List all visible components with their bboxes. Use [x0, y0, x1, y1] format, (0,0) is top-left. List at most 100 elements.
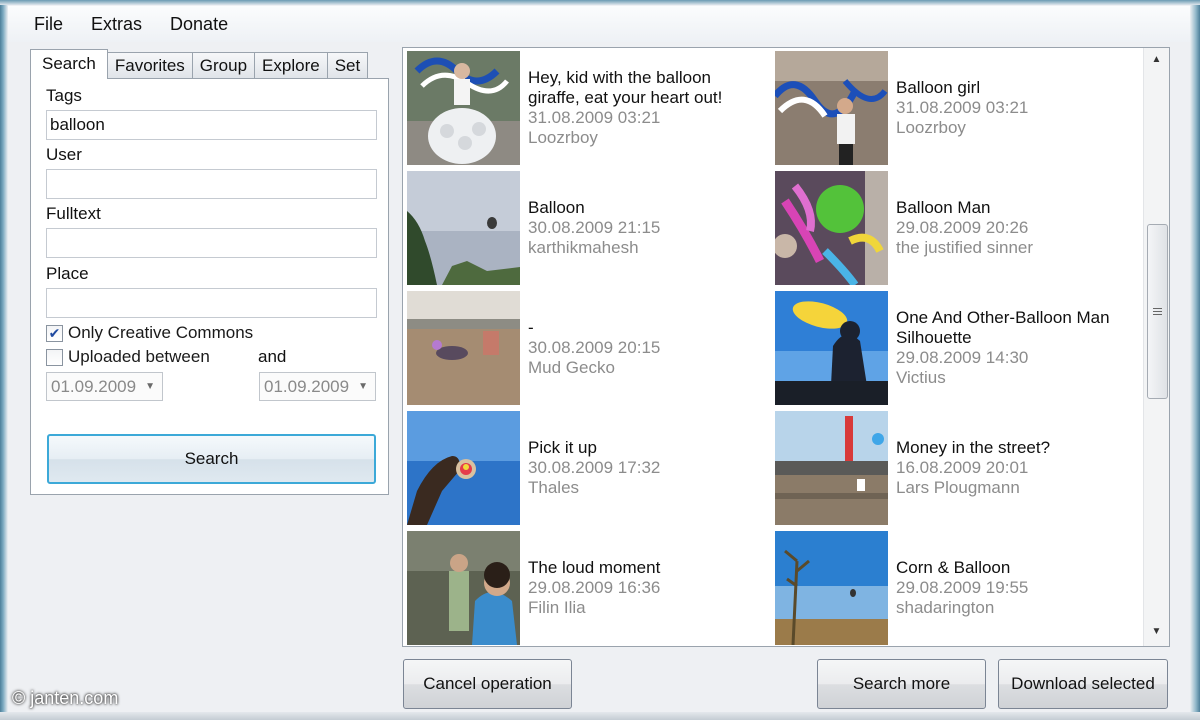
photo-thumbnail: [407, 291, 520, 405]
photo-thumbnail: [775, 531, 888, 645]
results-scrollbar[interactable]: ▲ ▼: [1143, 48, 1169, 646]
search-button[interactable]: Search: [47, 434, 376, 484]
date-to-select[interactable]: 01.09.2009 ▼: [259, 372, 376, 401]
uploaded-between-label: Uploaded between: [68, 347, 210, 366]
result-thumbnail[interactable]: [775, 51, 888, 165]
photo-thumbnail: [407, 531, 520, 645]
menu-bar: File Extras Donate: [8, 6, 1190, 42]
result-date: 29.08.2009 20:26: [896, 218, 1029, 237]
tags-input[interactable]: [46, 110, 377, 140]
result-date: 29.08.2009 19:55: [896, 578, 1029, 597]
result-item[interactable]: Balloon girl 31.08.2009 03:21 Loozrboy: [775, 51, 1135, 165]
result-title: Hey, kid with the balloon giraffe, eat y…: [528, 68, 723, 107]
result-user: Loozrboy: [896, 118, 966, 137]
result-title: Corn & Balloon: [896, 558, 1011, 577]
result-date: 30.08.2009 21:15: [528, 218, 661, 237]
chevron-down-icon: ▼: [358, 381, 368, 392]
menu-donate[interactable]: Donate: [156, 14, 242, 35]
result-user: karthikmahesh: [528, 238, 639, 257]
fulltext-label: Fulltext: [46, 204, 101, 223]
tab-strip: Search Favorites Group Explore Set: [30, 49, 369, 79]
scroll-down-icon[interactable]: ▼: [1144, 626, 1169, 637]
result-user: the justified sinner: [896, 238, 1034, 257]
result-thumbnail[interactable]: [407, 411, 520, 525]
window-bottom-edge: [0, 712, 1200, 720]
result-item[interactable]: One And Other-Balloon Man Silhouette 29.…: [775, 291, 1135, 405]
search-panel: Tags User Fulltext Place ✔ Only Creative…: [30, 78, 389, 495]
result-title: The loud moment: [528, 558, 661, 577]
user-input[interactable]: [46, 169, 377, 199]
result-date: 31.08.2009 03:21: [896, 98, 1029, 117]
result-thumbnail[interactable]: [775, 531, 888, 645]
uploaded-between-checkbox[interactable]: [46, 348, 63, 366]
result-user: Filin Ilia: [528, 598, 586, 617]
result-title: Money in the street?: [896, 438, 1051, 457]
window-frame: [0, 0, 1200, 5]
tab-favorites[interactable]: Favorites: [106, 52, 193, 79]
date-from-select[interactable]: 01.09.2009 ▼: [46, 372, 163, 401]
result-title: One And Other-Balloon Man Silhouette: [896, 308, 1110, 347]
scroll-up-icon[interactable]: ▲: [1144, 54, 1169, 65]
watermark: © janten.com: [12, 688, 119, 708]
fulltext-input[interactable]: [46, 228, 377, 258]
result-title: -: [528, 318, 534, 337]
result-date: 30.08.2009 17:32: [528, 458, 661, 477]
cancel-operation-button[interactable]: Cancel operation: [403, 659, 572, 709]
result-title: Balloon: [528, 198, 585, 217]
result-item[interactable]: Balloon 30.08.2009 21:15 karthikmahesh: [407, 171, 767, 285]
photo-thumbnail: [775, 171, 888, 285]
photo-thumbnail: [775, 411, 888, 525]
result-user: Thales: [528, 478, 580, 497]
and-label: and: [258, 347, 287, 366]
creative-commons-checkbox[interactable]: ✔: [46, 324, 63, 342]
result-thumbnail[interactable]: [775, 411, 888, 525]
result-thumbnail[interactable]: [407, 51, 520, 165]
tab-group[interactable]: Group: [191, 52, 256, 79]
result-thumbnail[interactable]: [407, 531, 520, 645]
result-date: 16.08.2009 20:01: [896, 458, 1029, 477]
result-item[interactable]: Pick it up 30.08.2009 17:32 Thales: [407, 411, 767, 525]
tags-label: Tags: [46, 86, 82, 105]
result-date: 29.08.2009 14:30: [896, 348, 1029, 367]
menu-extras[interactable]: Extras: [77, 14, 156, 35]
uploaded-between-option[interactable]: Uploaded between: [46, 347, 210, 367]
photo-thumbnail: [407, 411, 520, 525]
result-item[interactable]: The loud moment 29.08.2009 16:36 Filin I…: [407, 531, 767, 645]
result-thumbnail[interactable]: [775, 171, 888, 285]
search-more-button[interactable]: Search more: [817, 659, 986, 709]
result-user: Lars Plougmann: [896, 478, 1020, 497]
result-title: Balloon girl: [896, 78, 981, 97]
result-title: Pick it up: [528, 438, 597, 457]
result-date: 30.08.2009 20:15: [528, 338, 661, 357]
result-user: shadarington: [896, 598, 995, 617]
photo-thumbnail: [775, 291, 888, 405]
result-thumbnail[interactable]: [407, 291, 520, 405]
result-item[interactable]: Corn & Balloon 29.08.2009 19:55 shadarin…: [775, 531, 1135, 645]
tab-search[interactable]: Search: [30, 49, 108, 79]
result-item[interactable]: Hey, kid with the balloon giraffe, eat y…: [407, 51, 767, 165]
result-item[interactable]: Balloon Man 29.08.2009 20:26 the justifi…: [775, 171, 1135, 285]
result-date: 31.08.2009 03:21: [528, 108, 661, 127]
place-input[interactable]: [46, 288, 377, 318]
creative-commons-label: Only Creative Commons: [68, 323, 254, 342]
result-title: Balloon Man: [896, 198, 991, 217]
user-label: User: [46, 145, 82, 164]
place-label: Place: [46, 264, 89, 283]
result-thumbnail[interactable]: [775, 291, 888, 405]
creative-commons-option[interactable]: ✔ Only Creative Commons: [46, 323, 253, 343]
result-user: Victius: [896, 368, 946, 387]
menu-file[interactable]: File: [8, 14, 77, 35]
date-from-value: 01.09.2009: [51, 377, 137, 396]
result-thumbnail[interactable]: [407, 171, 520, 285]
download-selected-button[interactable]: Download selected: [998, 659, 1168, 709]
result-user: Mud Gecko: [528, 358, 615, 377]
tab-explore[interactable]: Explore: [254, 52, 328, 79]
date-to-value: 01.09.2009: [264, 377, 350, 396]
photo-thumbnail: [407, 51, 520, 165]
scroll-thumb[interactable]: [1147, 224, 1168, 399]
result-item[interactable]: - 30.08.2009 20:15 Mud Gecko: [407, 291, 767, 405]
tab-set[interactable]: Set: [326, 52, 369, 79]
result-item[interactable]: Money in the street? 16.08.2009 20:01 La…: [775, 411, 1135, 525]
results-list: Hey, kid with the balloon giraffe, eat y…: [402, 47, 1170, 647]
grip-icon: [1153, 308, 1162, 315]
